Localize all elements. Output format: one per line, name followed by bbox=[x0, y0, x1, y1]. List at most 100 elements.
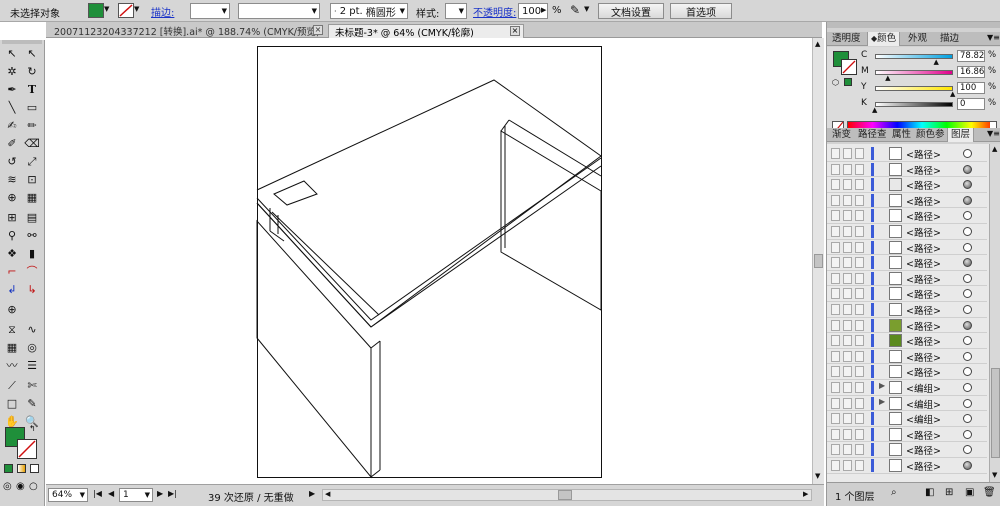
layer-row[interactable]: <路径> bbox=[827, 427, 987, 443]
document-setup-button[interactable]: 文档设置 bbox=[598, 3, 664, 19]
visibility-toggle[interactable] bbox=[831, 272, 840, 284]
scroll-up-icon[interactable]: ▲ bbox=[815, 40, 820, 48]
lock-toggle[interactable] bbox=[843, 319, 852, 331]
visibility-toggle[interactable] bbox=[831, 226, 840, 237]
close-icon[interactable]: × bbox=[313, 25, 323, 35]
recolor-dropdown-icon[interactable]: ▼ bbox=[584, 5, 589, 13]
free-transform-tool-icon[interactable]: ⊡ bbox=[23, 172, 41, 188]
template-toggle[interactable] bbox=[855, 257, 864, 269]
layer-name[interactable]: <路径> bbox=[906, 459, 941, 473]
layer-row[interactable]: <路径> bbox=[827, 193, 987, 209]
lock-toggle[interactable] bbox=[843, 272, 852, 284]
lock-toggle[interactable] bbox=[843, 257, 852, 269]
style-dropdown[interactable]: ▼ bbox=[445, 3, 467, 19]
lock-toggle[interactable] bbox=[843, 444, 852, 456]
locate-object-icon[interactable]: ⌕ bbox=[891, 487, 897, 498]
knife-tool-icon[interactable]: ✄ bbox=[23, 378, 41, 394]
panel-menu-icon[interactable]: ▼≡ bbox=[987, 129, 1000, 138]
target-indicator-icon[interactable] bbox=[963, 258, 972, 268]
layer-row[interactable]: <路径> bbox=[827, 286, 987, 302]
color-mode-icon[interactable] bbox=[4, 464, 13, 473]
curvature-tool-icon[interactable]: ⌒ bbox=[23, 264, 41, 280]
layer-row[interactable]: <路径> bbox=[827, 318, 987, 334]
draw-normal-icon[interactable]: ◎ bbox=[3, 481, 12, 492]
layer-row[interactable]: <路径> bbox=[827, 458, 987, 474]
visibility-toggle[interactable] bbox=[831, 397, 840, 409]
target-indicator-icon[interactable] bbox=[963, 305, 972, 314]
rotate-tool-icon[interactable]: ↺ bbox=[3, 154, 21, 170]
list-tool-icon[interactable]: ☰ bbox=[23, 358, 41, 374]
template-toggle[interactable] bbox=[855, 226, 864, 237]
target-indicator-icon[interactable] bbox=[963, 367, 972, 377]
layer-name[interactable]: <路径> bbox=[906, 147, 941, 161]
brush-dropdown[interactable]: · 2 pt. 椭圆形 ▼ bbox=[330, 3, 408, 19]
target-indicator-icon[interactable] bbox=[963, 398, 972, 408]
wave-tool-icon[interactable]: ∿ bbox=[23, 322, 41, 338]
yellow-slider-track[interactable] bbox=[875, 86, 953, 91]
template-toggle[interactable] bbox=[855, 288, 864, 300]
target-indicator-icon[interactable] bbox=[963, 351, 972, 361]
target-indicator-icon[interactable] bbox=[963, 227, 972, 236]
eyedropper-tool-icon[interactable]: ✎ bbox=[23, 396, 41, 412]
slice-tool-icon[interactable]: ⟋ bbox=[3, 378, 21, 394]
tab-transparency[interactable]: 透明度 bbox=[829, 32, 864, 46]
layer-row[interactable]: <路径> bbox=[827, 240, 987, 256]
warp-tool-icon[interactable]: ≋ bbox=[3, 172, 21, 188]
layer-name[interactable]: <路径> bbox=[906, 178, 941, 192]
shape-builder-tool-icon[interactable]: ⊕ bbox=[3, 190, 21, 206]
scale-tool-icon[interactable]: ⤢ bbox=[23, 154, 41, 170]
column-graph-tool-icon[interactable]: ▮ bbox=[23, 246, 41, 262]
grid-tool-icon[interactable]: ▦ bbox=[3, 340, 21, 356]
layer-name[interactable]: <路径> bbox=[906, 287, 941, 301]
target-indicator-icon[interactable] bbox=[963, 211, 972, 221]
yellow-slider-thumb-icon[interactable]: ▲ bbox=[950, 91, 955, 98]
zoom-dropdown[interactable]: 64% ▼ bbox=[48, 488, 88, 502]
layer-row[interactable]: <路径> bbox=[827, 364, 987, 380]
template-toggle[interactable] bbox=[855, 428, 864, 440]
blend-tool-icon[interactable]: ⚯ bbox=[23, 228, 41, 244]
visibility-toggle[interactable] bbox=[831, 304, 840, 315]
eyedropper-tool-icon[interactable]: ⚲ bbox=[3, 228, 21, 244]
layer-row[interactable]: <路径> bbox=[827, 302, 987, 318]
magenta-slider-thumb-icon[interactable]: ▲ bbox=[885, 75, 890, 82]
layer-row[interactable]: ▶ <编组> bbox=[827, 380, 987, 396]
lock-toggle[interactable] bbox=[843, 460, 852, 471]
opacity-label-link[interactable]: 不透明度: bbox=[473, 4, 516, 19]
lock-toggle[interactable] bbox=[843, 382, 852, 393]
expand-arrow-icon[interactable]: ▶ bbox=[879, 381, 885, 390]
scroll-up-icon[interactable]: ▲ bbox=[992, 145, 997, 153]
variable-width-dropdown[interactable]: ▼ bbox=[238, 3, 320, 19]
template-toggle[interactable] bbox=[855, 319, 864, 331]
scroll-right-icon[interactable]: ▶ bbox=[803, 490, 808, 498]
anchor-point-tool-icon[interactable]: ⌐ bbox=[3, 264, 21, 280]
panel-menu-icon[interactable]: ▼≡ bbox=[987, 33, 1000, 42]
make-clipping-mask-icon[interactable]: ◧ bbox=[925, 487, 934, 498]
layer-row[interactable]: <路径> bbox=[827, 349, 987, 365]
visibility-toggle[interactable] bbox=[831, 350, 840, 362]
tab-attributes[interactable]: 属性 bbox=[889, 128, 914, 142]
layer-name[interactable]: <路径> bbox=[906, 241, 941, 255]
artboard-tool-icon[interactable]: □ bbox=[3, 396, 21, 412]
target-indicator-icon[interactable] bbox=[963, 289, 972, 299]
visibility-toggle[interactable] bbox=[831, 179, 840, 191]
recolor-artwork-icon[interactable]: ✎ bbox=[570, 3, 580, 17]
draw-behind-icon[interactable]: ◉ bbox=[16, 481, 25, 492]
layer-row[interactable]: <路径> bbox=[827, 208, 987, 224]
fill-dropdown-icon[interactable]: ▼ bbox=[104, 5, 109, 13]
template-toggle[interactable] bbox=[855, 179, 864, 191]
lock-toggle[interactable] bbox=[843, 366, 852, 378]
template-toggle[interactable] bbox=[855, 335, 864, 347]
visibility-toggle[interactable] bbox=[831, 460, 840, 471]
layer-row[interactable]: <编组> bbox=[827, 411, 987, 427]
lock-toggle[interactable] bbox=[843, 397, 852, 409]
visibility-toggle[interactable] bbox=[831, 413, 840, 425]
visibility-toggle[interactable] bbox=[831, 163, 840, 175]
cyan-slider-track[interactable] bbox=[875, 54, 953, 59]
layer-row[interactable]: ▶ <编组> bbox=[827, 396, 987, 412]
layer-name[interactable]: <路径> bbox=[906, 303, 941, 317]
template-toggle[interactable] bbox=[855, 148, 864, 159]
template-toggle[interactable] bbox=[855, 241, 864, 253]
template-toggle[interactable] bbox=[855, 163, 864, 175]
delete-layer-icon[interactable]: 🗑 bbox=[983, 487, 996, 498]
first-artboard-icon[interactable]: |◀ bbox=[93, 489, 102, 498]
